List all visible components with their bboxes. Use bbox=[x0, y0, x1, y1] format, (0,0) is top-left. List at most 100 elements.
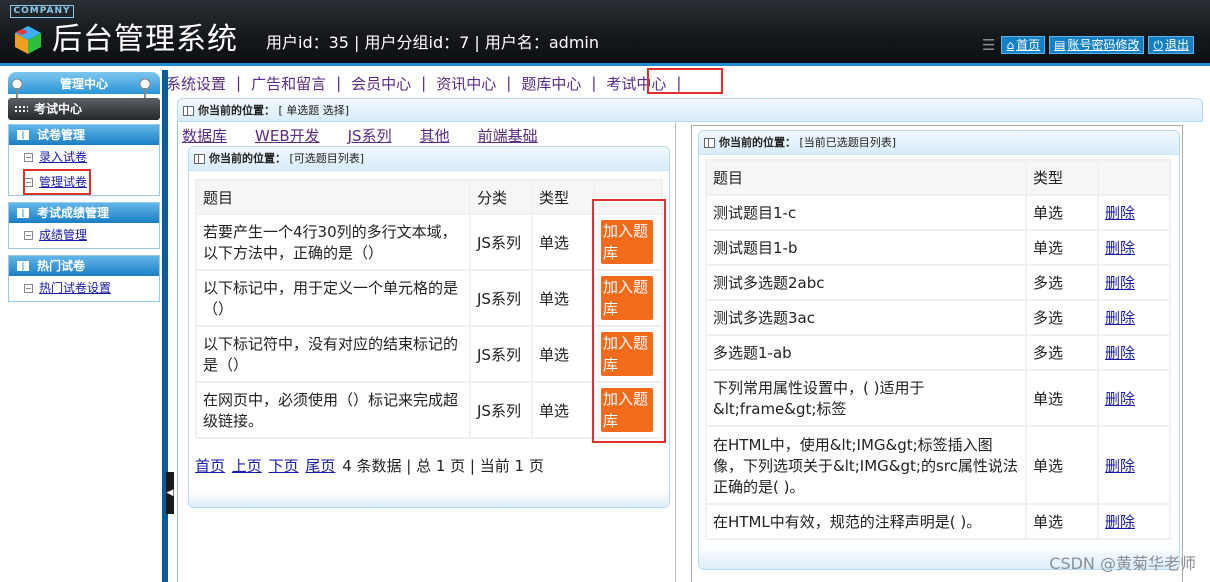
column-header-category: 分类 bbox=[471, 181, 531, 213]
manage-paper-highlight-box bbox=[23, 169, 91, 195]
panel-breadcrumb-label: 你当前的位置： bbox=[719, 136, 796, 149]
sidebar-group-title[interactable]: 试卷管理 bbox=[9, 125, 159, 145]
column-header-action bbox=[1099, 161, 1169, 194]
watermark: CSDN @黄菊华老师 bbox=[1049, 554, 1196, 573]
sidebar-link-enter-paper[interactable]: 录入试卷 bbox=[39, 150, 87, 164]
column-header-title: 题目 bbox=[197, 181, 469, 213]
sidebar-group-title-label: 考试成绩管理 bbox=[37, 206, 110, 220]
question-title: 在HTML中，使用&lt;IMG&gt;标签插入图像，下列选项关于&lt;IMG… bbox=[707, 427, 1025, 503]
breadcrumb-label: 你当前的位置： bbox=[198, 104, 275, 117]
panel-breadcrumb-value: [可选题目列表] bbox=[289, 152, 365, 165]
sidebar-collapse-handle[interactable]: ◀ bbox=[166, 472, 174, 514]
question-title: 以下标记符中，没有对应的结束标记的是（） bbox=[197, 327, 469, 381]
table-icon bbox=[704, 138, 715, 148]
category-frontend-basics[interactable]: 前端基础 bbox=[478, 125, 538, 146]
delete-link[interactable]: 删除 bbox=[1105, 344, 1135, 362]
table-row: 在HTML中，使用&lt;IMG&gt;标签插入图像，下列选项关于&lt;IMG… bbox=[707, 427, 1169, 503]
sidebar-group-hot-papers: 热门试卷 热门试卷设置 bbox=[8, 255, 160, 302]
question-title: 测试题目1-b bbox=[707, 231, 1025, 264]
page-icon bbox=[24, 153, 33, 162]
question-title: 测试多选题3ac bbox=[707, 301, 1025, 334]
action-cell: 删除 bbox=[1099, 231, 1169, 264]
power-icon: ⏻ bbox=[1153, 38, 1163, 52]
delete-link[interactable]: 删除 bbox=[1105, 274, 1135, 292]
question-title: 若要产生一个4行30列的多行文本域，以下方法中，正确的是（） bbox=[197, 215, 469, 269]
pager: 首页 上页 下页 尾页 4 条数据 | 总 1 页 | 当前 1 页 bbox=[195, 455, 544, 476]
home-icon: ⌂ bbox=[1006, 38, 1015, 52]
nav-separator: | bbox=[236, 74, 242, 92]
sidebar-group-title-label: 热门试卷 bbox=[37, 259, 86, 273]
change-password-button[interactable]: ▤ 账号密码修改 bbox=[1049, 36, 1145, 54]
selected-questions-panel: 你当前的位置： [当前已选题目列表] 题目 类型 测试题目1-c 单选 删除 测… bbox=[698, 130, 1180, 570]
question-title: 测试多选题2abc bbox=[707, 266, 1025, 299]
sidebar-head-label: 管理中心 bbox=[59, 77, 108, 91]
question-type: 单选 bbox=[1027, 505, 1097, 538]
sidebar-link-score-manage[interactable]: 成绩管理 bbox=[39, 228, 87, 242]
category-other[interactable]: 其他 bbox=[420, 125, 450, 146]
pager-next[interactable]: 下页 bbox=[269, 457, 299, 475]
table-row: 测试多选题3ac 多选 删除 bbox=[707, 301, 1169, 334]
system-title: 后台管理系统 bbox=[52, 22, 238, 57]
category-database[interactable]: 数据库 bbox=[182, 125, 227, 146]
home-button[interactable]: ⌂ 首页 bbox=[1001, 36, 1046, 54]
delete-link[interactable]: 删除 bbox=[1105, 390, 1135, 408]
sidebar-group-title-label: 试卷管理 bbox=[37, 128, 86, 142]
action-cell: 删除 bbox=[1099, 266, 1169, 299]
nav-members[interactable]: 会员中心 bbox=[351, 73, 411, 94]
question-title: 多选题1-ab bbox=[707, 336, 1025, 369]
column-header-type: 类型 bbox=[533, 181, 593, 213]
panel-footer bbox=[189, 491, 669, 507]
cube-logo-icon bbox=[15, 26, 41, 54]
list-icon: ☰ bbox=[982, 36, 996, 54]
exam-center-highlight-box bbox=[647, 68, 723, 94]
panel-breadcrumb-label: 你当前的位置： bbox=[209, 152, 286, 165]
pin-icon bbox=[139, 78, 151, 100]
top-nav: 系统设置 | 广告和留言 | 会员中心 | 资讯中心 | 题库中心 | 考试中心 | bbox=[166, 70, 691, 96]
question-title: 以下标记中，用于定义一个单元格的是（） bbox=[197, 271, 469, 325]
table-header-row: 题目 类型 bbox=[707, 161, 1169, 194]
sidebar-group-title[interactable]: 考试成绩管理 bbox=[9, 203, 159, 223]
delete-link[interactable]: 删除 bbox=[1105, 204, 1135, 222]
category-js[interactable]: JS系列 bbox=[348, 125, 392, 146]
pager-info: 4 条数据 | 总 1 页 | 当前 1 页 bbox=[342, 457, 544, 475]
table-row: 多选题1-ab 多选 删除 bbox=[707, 336, 1169, 369]
add-buttons-highlight-box bbox=[592, 199, 666, 443]
question-title: 测试题目1-c bbox=[707, 196, 1025, 229]
question-category: JS系列 bbox=[471, 383, 531, 437]
table-row: 测试题目1-c 单选 删除 bbox=[707, 196, 1169, 229]
pager-last[interactable]: 尾页 bbox=[305, 457, 335, 475]
available-questions-panel: 你当前的位置： [可选题目列表] 题目 分类 类型 若要产生一个4行30列的多行… bbox=[188, 146, 670, 508]
question-title: 下列常用属性设置中，( )适用于&lt;frame&gt;标签 bbox=[707, 371, 1025, 425]
nav-separator: | bbox=[336, 74, 342, 92]
delete-link[interactable]: 删除 bbox=[1105, 457, 1135, 475]
action-cell: 删除 bbox=[1099, 196, 1169, 229]
nav-ads-messages[interactable]: 广告和留言 bbox=[251, 73, 326, 94]
sidebar-current-section[interactable]: 考试中心 bbox=[8, 98, 160, 120]
panel-breadcrumb-value: [当前已选题目列表] bbox=[799, 136, 897, 149]
category-web-dev[interactable]: WEB开发 bbox=[255, 125, 320, 146]
nav-system-settings[interactable]: 系统设置 bbox=[166, 73, 226, 94]
column-header-title: 题目 bbox=[707, 161, 1025, 194]
delete-link[interactable]: 删除 bbox=[1105, 309, 1135, 327]
pager-first[interactable]: 首页 bbox=[195, 457, 225, 475]
question-type: 单选 bbox=[1027, 427, 1097, 503]
header-bar: COMPANY 后台管理系统 用户id：35 | 用户分组id：7 | 用户名：… bbox=[0, 0, 1210, 66]
action-cell: 删除 bbox=[1099, 371, 1169, 425]
pager-prev[interactable]: 上页 bbox=[232, 457, 262, 475]
panel-breadcrumb: 你当前的位置： [可选题目列表] bbox=[189, 147, 669, 171]
sidebar-group-title[interactable]: 热门试卷 bbox=[9, 256, 159, 276]
action-cell: 删除 bbox=[1099, 336, 1169, 369]
question-type: 单选 bbox=[1027, 371, 1097, 425]
header-tools: ☰ ⌂ 首页 ▤ 账号密码修改 ⏻ 退出 bbox=[982, 36, 1194, 54]
delete-link[interactable]: 删除 bbox=[1105, 239, 1135, 257]
breadcrumb-value: [ 单选题 选择] bbox=[278, 104, 350, 117]
sidebar-link-hot-paper-settings[interactable]: 热门试卷设置 bbox=[39, 281, 111, 295]
action-cell: 删除 bbox=[1099, 301, 1169, 334]
nav-question-bank[interactable]: 题库中心 bbox=[521, 73, 581, 94]
nav-separator: | bbox=[506, 74, 512, 92]
available-questions-area: 数据库 WEB开发 JS系列 其他 前端基础 你当前的位置： [可选题目列表] … bbox=[177, 122, 676, 582]
nav-news[interactable]: 资讯中心 bbox=[436, 73, 496, 94]
nav-separator: | bbox=[591, 74, 597, 92]
delete-link[interactable]: 删除 bbox=[1105, 513, 1135, 531]
logout-button[interactable]: ⏻ 退出 bbox=[1148, 36, 1194, 54]
